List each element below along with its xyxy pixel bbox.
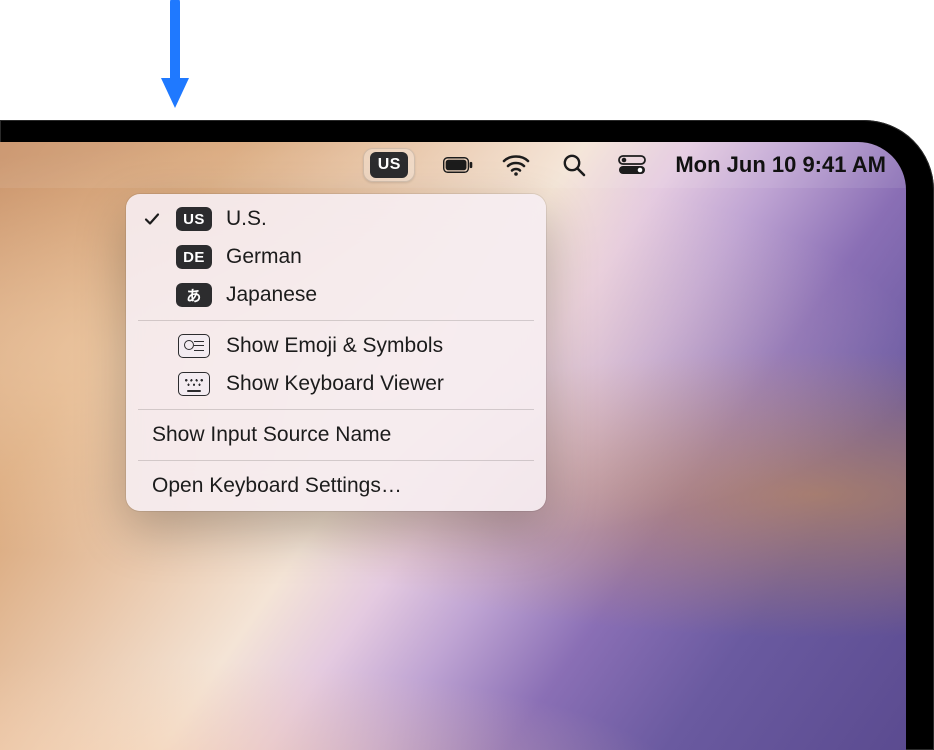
- input-source-menu-button[interactable]: US: [363, 148, 415, 182]
- menu-item-show-keyboard-viewer[interactable]: Show Keyboard Viewer: [126, 365, 546, 403]
- menu-item-label: Show Keyboard Viewer: [226, 372, 530, 396]
- menu-separator: [138, 409, 534, 410]
- desktop-screen: US: [0, 142, 906, 750]
- battery-icon[interactable]: [443, 150, 473, 180]
- spotlight-search-icon[interactable]: [559, 150, 589, 180]
- menubar-datetime[interactable]: Mon Jun 10 9:41 AM: [675, 152, 886, 178]
- input-source-badge-de: DE: [176, 245, 212, 269]
- input-source-item-japanese[interactable]: あ Japanese: [126, 276, 546, 314]
- menu-item-label: Show Input Source Name: [152, 423, 530, 447]
- pointer-arrow: [161, 0, 189, 110]
- device-frame: US: [0, 120, 934, 750]
- input-source-badge-us: US: [176, 207, 212, 231]
- menu-item-label: Open Keyboard Settings…: [152, 474, 530, 498]
- control-center-icon[interactable]: [617, 150, 647, 180]
- keyboard-viewer-icon: [178, 372, 210, 396]
- menubar: US: [0, 142, 906, 188]
- menu-item-show-emoji[interactable]: Show Emoji & Symbols: [126, 327, 546, 365]
- menu-item-open-keyboard-settings[interactable]: Open Keyboard Settings…: [126, 467, 546, 505]
- menu-separator: [138, 320, 534, 321]
- menu-item-label: Japanese: [226, 283, 530, 307]
- input-source-badge: US: [370, 152, 408, 178]
- input-source-item-us[interactable]: US U.S.: [126, 200, 546, 238]
- input-source-item-german[interactable]: DE German: [126, 238, 546, 276]
- menu-separator: [138, 460, 534, 461]
- menu-item-label: U.S.: [226, 207, 530, 231]
- input-source-menu: US U.S. DE German あ Japanese Show Emoji …: [126, 194, 546, 511]
- character-viewer-icon: [178, 334, 210, 358]
- menu-item-show-input-source-name[interactable]: Show Input Source Name: [126, 416, 546, 454]
- wifi-icon[interactable]: [501, 150, 531, 180]
- menu-item-label: Show Emoji & Symbols: [226, 334, 530, 358]
- input-source-badge-jp: あ: [176, 283, 212, 307]
- menu-item-label: German: [226, 245, 530, 269]
- checkmark-icon: [142, 211, 162, 227]
